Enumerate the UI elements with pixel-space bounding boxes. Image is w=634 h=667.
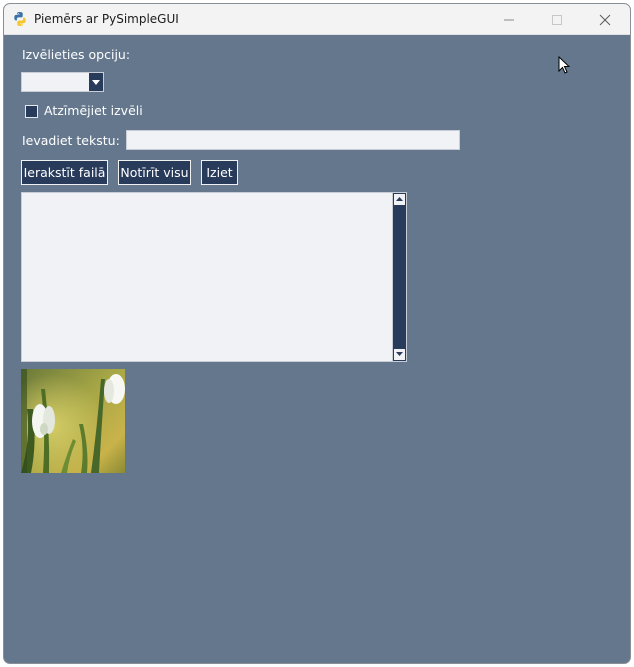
- multiline-scrollbar[interactable]: [392, 192, 407, 362]
- clear-all-button[interactable]: Notīrīt visu: [118, 160, 191, 185]
- close-icon: [599, 14, 611, 26]
- scroll-down-button[interactable]: [394, 349, 405, 360]
- exit-button[interactable]: Iziet: [201, 160, 238, 185]
- minimize-button[interactable]: [486, 4, 532, 35]
- arrow-up-icon: [396, 197, 403, 201]
- close-button[interactable]: [582, 4, 628, 35]
- option-combo[interactable]: [21, 72, 104, 92]
- title-bar[interactable]: Piemērs ar PySimpleGUI: [4, 4, 630, 35]
- mouse-pointer-icon: [558, 56, 570, 74]
- snowdrop-flowers-photo: [21, 369, 125, 473]
- choice-checkbox[interactable]: [25, 105, 38, 118]
- python-logo-icon: [14, 12, 26, 26]
- maximize-button[interactable]: [534, 4, 580, 35]
- text-input-label: Ievadiet tekstu:: [22, 133, 120, 148]
- window-title: Piemērs ar PySimpleGUI: [34, 12, 179, 26]
- arrow-down-icon: [396, 352, 403, 356]
- chevron-down-icon: [92, 80, 100, 85]
- app-window: Piemērs ar PySimpleGUI Izvēlieties opcij…: [3, 3, 631, 664]
- combo-dropdown-button[interactable]: [89, 73, 103, 91]
- checkbox-label[interactable]: Atzīmējiet izvēli: [44, 103, 143, 118]
- scroll-up-button[interactable]: [394, 194, 405, 205]
- text-input[interactable]: [126, 130, 460, 150]
- save-to-file-button[interactable]: Ierakstīt failā: [21, 160, 108, 185]
- maximize-icon: [552, 15, 562, 25]
- multiline-output[interactable]: [21, 192, 393, 362]
- combo-label: Izvēlieties opciju:: [22, 47, 131, 62]
- minimize-icon: [504, 19, 514, 21]
